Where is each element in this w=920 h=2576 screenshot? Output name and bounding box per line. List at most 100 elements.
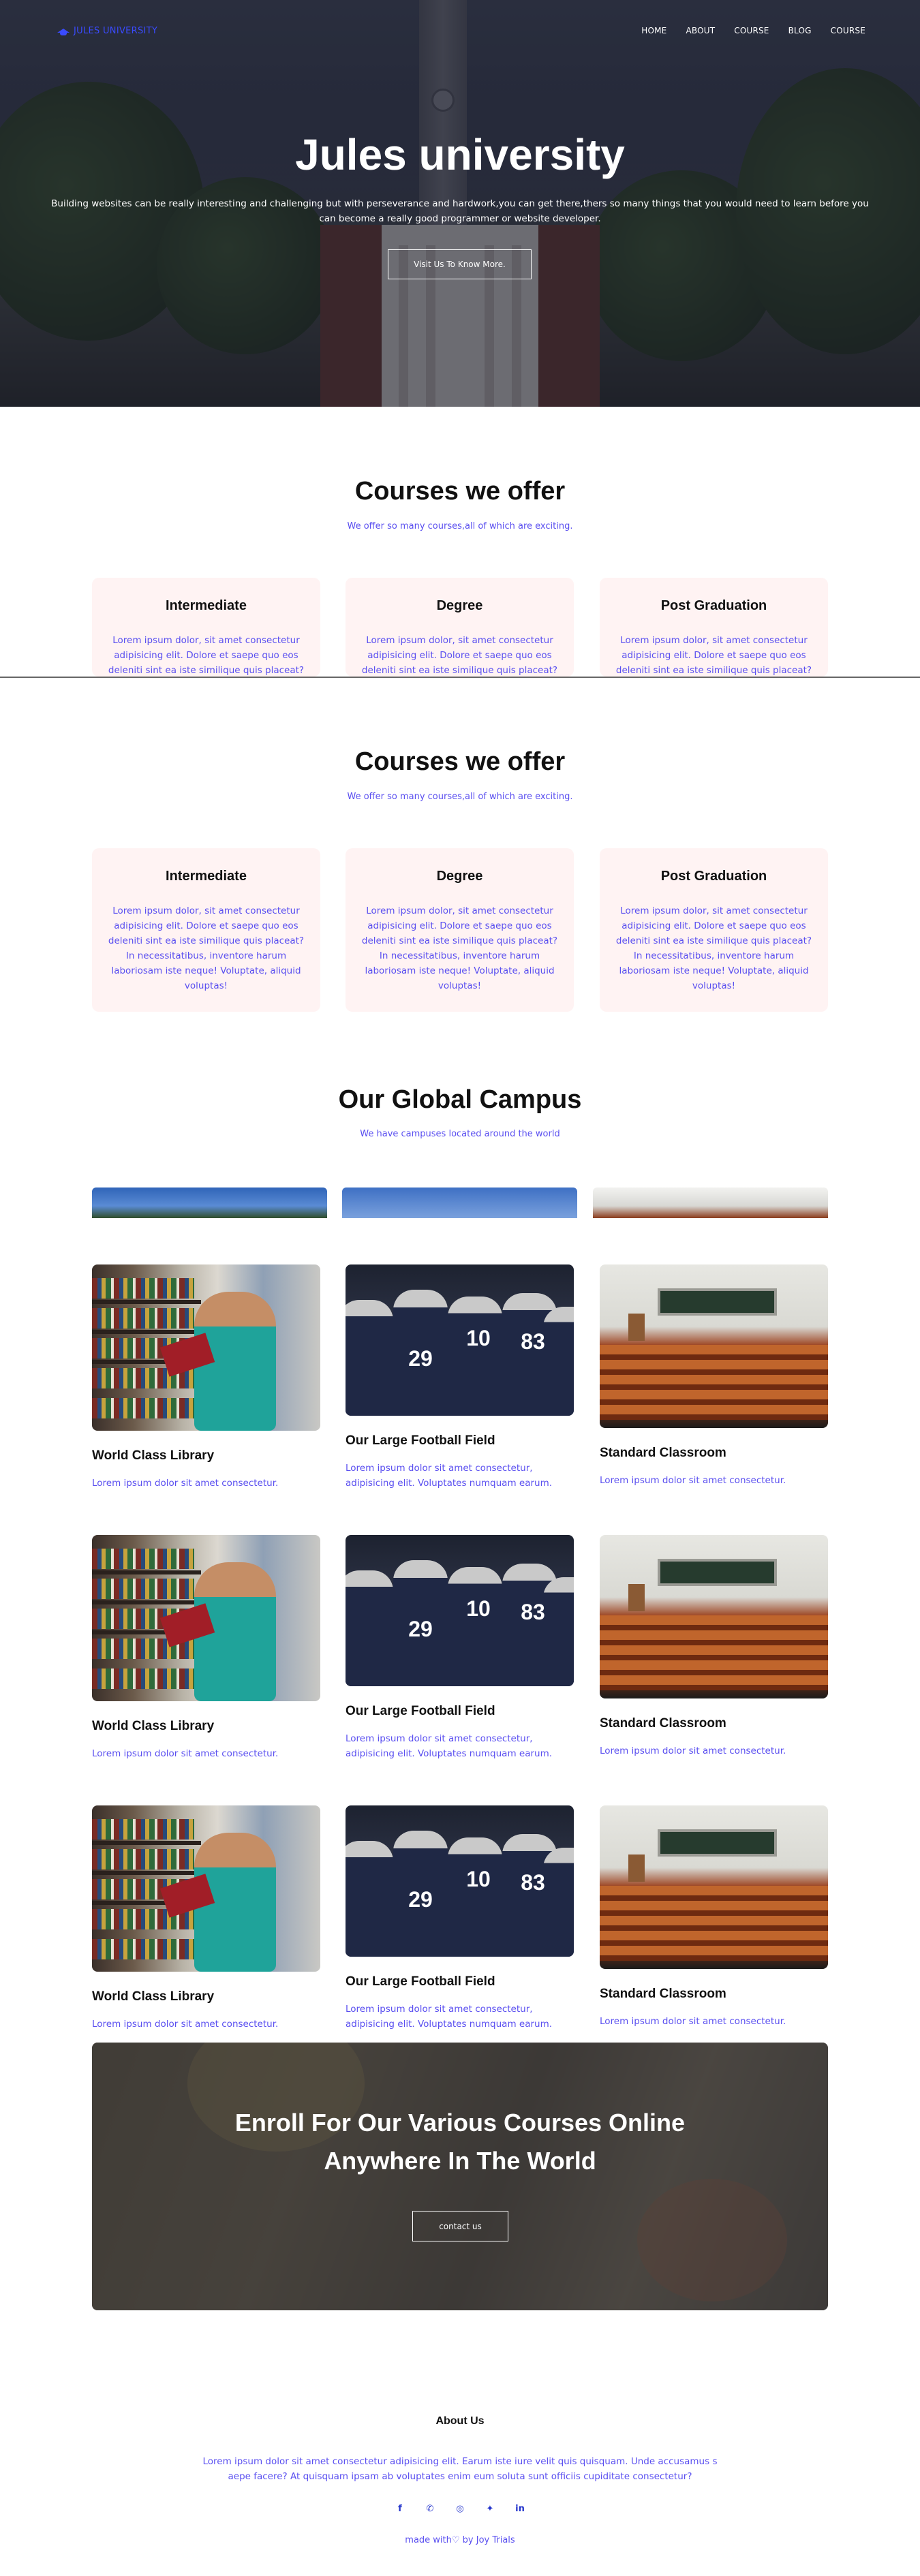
- course-card-text: Lorem ipsum dolor, sit amet consectetur …: [615, 635, 812, 676]
- jersey-number: 29: [408, 1887, 433, 1912]
- football-photo: 29 10 83: [346, 1535, 574, 1686]
- course-card-intermediate[interactable]: Intermediate Lorem ipsum dolor, sit amet…: [92, 578, 320, 677]
- facility-library[interactable]: World Class Library Lorem ipsum dolor sit…: [92, 1535, 320, 1761]
- course-card-degree[interactable]: Degree Lorem ipsum dolor, sit amet conse…: [346, 848, 574, 1012]
- campus-photo-strip: [92, 1188, 327, 1218]
- library-photo: [92, 1535, 320, 1701]
- course-card-post-graduation[interactable]: Post Graduation Lorem ipsum dolor, sit a…: [600, 578, 828, 677]
- football-photo: 29 10 83: [346, 1264, 574, 1416]
- courses-title: Courses we offer: [354, 477, 566, 506]
- facility-classroom[interactable]: Standard Classroom Lorem ipsum dolor sit …: [600, 1264, 828, 1488]
- contact-us-button[interactable]: contact us: [412, 2211, 508, 2241]
- twitter-icon[interactable]: ✦: [484, 2502, 496, 2515]
- page: JULES UNIVERSITY HOME ABOUT COURSE BLOG …: [0, 0, 920, 2576]
- bookshelf: [92, 1849, 194, 1869]
- facility-library[interactable]: World Class Library Lorem ipsum dolor sit…: [92, 1805, 320, 2032]
- nav-menu: HOME ABOUT COURSE BLOG COURSE: [641, 26, 865, 35]
- course-card-post-graduation[interactable]: Post Graduation Lorem ipsum dolor, sit a…: [600, 848, 828, 1012]
- bookshelf: [92, 1330, 201, 1334]
- campus-subtitle: We have campuses located around the worl…: [360, 1129, 560, 1139]
- bookshelf: [92, 1278, 194, 1299]
- facility-title: Standard Classroom: [600, 1446, 726, 1460]
- facebook-icon[interactable]: f: [394, 2502, 406, 2515]
- bookshelf: [92, 1819, 194, 1840]
- course-card-text: Lorem ipsum dolor, sit amet consectetur …: [615, 905, 812, 991]
- nav-link-home[interactable]: HOME: [641, 26, 666, 35]
- bookshelf: [92, 1669, 194, 1689]
- bookshelf: [92, 1871, 201, 1875]
- enroll-banner: Enroll For Our Various Courses Online An…: [92, 2043, 828, 2310]
- course-card-degree[interactable]: Degree Lorem ipsum dolor, sit amet conse…: [346, 578, 574, 677]
- course-card-text: Lorem ipsum dolor, sit amet consectetur …: [361, 905, 558, 991]
- facility-text: Lorem ipsum dolor sit amet consectetur, …: [346, 1463, 553, 1489]
- facility-text: Lorem ipsum dolor sit amet consectetur, …: [346, 1733, 553, 1759]
- course-card-title: Degree: [436, 869, 483, 884]
- chalkboard: [658, 1829, 777, 1857]
- classroom-photo: [600, 1805, 828, 1969]
- courses-subtitle: We offer so many courses,all of which ar…: [347, 792, 573, 802]
- player-figure: [543, 1307, 574, 1416]
- course-card-text: Lorem ipsum dolor, sit amet consectetur …: [108, 905, 305, 991]
- nav-link-about[interactable]: ABOUT: [686, 26, 715, 35]
- brand-logo[interactable]: JULES UNIVERSITY: [57, 26, 157, 36]
- facility-title: Our Large Football Field: [346, 1704, 495, 1718]
- linkedin-icon[interactable]: in: [514, 2502, 526, 2515]
- facility-title: World Class Library: [92, 1448, 215, 1463]
- facility-text: Lorem ipsum dolor sit amet consectetur.: [600, 1745, 786, 1756]
- facility-classroom[interactable]: Standard Classroom Lorem ipsum dolor sit …: [600, 1535, 828, 1758]
- social-links: f ✆ ◎ ✦ in: [0, 2502, 920, 2515]
- bookshelf: [92, 1549, 194, 1569]
- lectern: [628, 1855, 645, 1882]
- facility-title: Standard Classroom: [600, 1716, 726, 1731]
- course-card-text: Lorem ipsum dolor, sit amet consectetur …: [361, 635, 558, 676]
- facility-title: World Class Library: [92, 1719, 215, 1733]
- facility-football-field[interactable]: 29 10 83 Our Large Football Field Lorem ipsu…: [346, 1805, 574, 2032]
- instagram-icon[interactable]: ◎: [454, 2502, 466, 2515]
- nav-link-blog[interactable]: BLOG: [788, 26, 812, 35]
- bookshelf: [92, 1398, 194, 1418]
- campus-title: Our Global Campus: [338, 1085, 582, 1114]
- jersey-number: 83: [521, 1329, 545, 1354]
- facility-title: Our Large Football Field: [346, 1974, 495, 1989]
- jersey-number: 10: [466, 1326, 491, 1350]
- nav-link-course[interactable]: COURSE: [734, 26, 769, 35]
- player-figure: [448, 1297, 502, 1416]
- bookshelf: [92, 1308, 194, 1329]
- facility-title: Our Large Football Field: [346, 1433, 495, 1448]
- seat-rows: [600, 1886, 828, 1961]
- whatsapp-icon[interactable]: ✆: [424, 2502, 436, 2515]
- player-figure: [543, 1848, 574, 1957]
- facility-title: World Class Library: [92, 1989, 215, 2004]
- campus-photo-strip: [593, 1188, 828, 1218]
- facility-text: Lorem ipsum dolor sit amet consectetur, …: [346, 2004, 553, 2030]
- jersey-number: 83: [521, 1600, 545, 1624]
- library-photo: [92, 1264, 320, 1431]
- football-photo: 29 10 83: [346, 1805, 574, 1957]
- bookshelf: [92, 1841, 201, 1845]
- lectern: [628, 1314, 645, 1341]
- jersey-number: 10: [466, 1596, 491, 1621]
- facility-text: Lorem ipsum dolor sit amet consectetur.: [92, 1478, 279, 1489]
- courses-title: Courses we offer: [354, 747, 566, 776]
- campus-photo-strip: [342, 1188, 577, 1218]
- nav-link-course-2[interactable]: COURSE: [831, 26, 865, 35]
- player-figure: [448, 1567, 502, 1686]
- course-card-title: Post Graduation: [660, 598, 767, 613]
- hero-title: Jules university: [295, 130, 625, 179]
- jersey-number: 83: [521, 1870, 545, 1895]
- visit-button[interactable]: Visit Us To Know More.: [388, 249, 532, 279]
- player-figure: [346, 1841, 393, 1957]
- facility-text: Lorem ipsum dolor sit amet consectetur.: [92, 1748, 279, 1759]
- player-figure: [346, 1570, 393, 1686]
- facility-library[interactable]: World Class Library Lorem ipsum dolor sit…: [92, 1264, 320, 1491]
- brand-name: JULES UNIVERSITY: [74, 26, 158, 36]
- jersey-number: 29: [408, 1617, 433, 1641]
- facility-football-field[interactable]: 29 10 83 Our Large Football Field Lorem ipsu…: [346, 1264, 574, 1491]
- seat-rows: [600, 1615, 828, 1690]
- course-card-intermediate[interactable]: Intermediate Lorem ipsum dolor, sit amet…: [92, 848, 320, 1012]
- facility-text: Lorem ipsum dolor sit amet consectetur.: [92, 2019, 279, 2030]
- facility-football-field[interactable]: 29 10 83 Our Large Football Field Lorem ipsu…: [346, 1535, 574, 1761]
- chalkboard: [658, 1288, 777, 1316]
- about-text: Lorem ipsum dolor sit amet consectetur a…: [202, 2456, 718, 2482]
- facility-classroom[interactable]: Standard Classroom Lorem ipsum dolor sit …: [600, 1805, 828, 2029]
